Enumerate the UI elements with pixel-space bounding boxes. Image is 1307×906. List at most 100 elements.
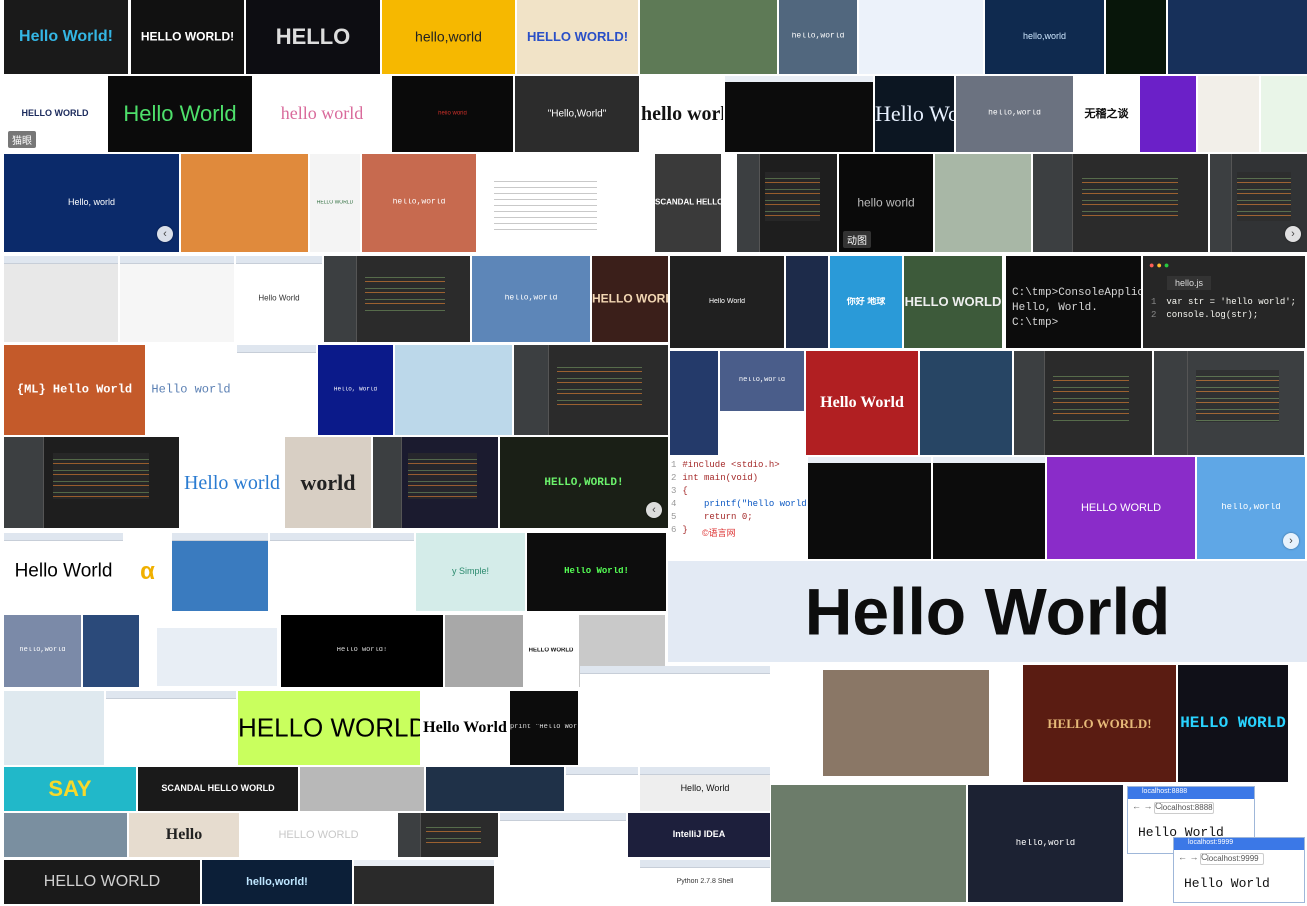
hello-world-tile[interactable]: Hello World! [4,0,128,74]
window-screenshot-tile[interactable] [120,256,234,342]
hello-world-photo-tile[interactable]: hello,world [956,76,1073,152]
clothing-photo-tile[interactable] [1198,76,1259,152]
hello-world-tile[interactable]: Hello, World [640,767,770,811]
document-tile[interactable] [478,154,637,252]
terminal-tile[interactable] [933,457,1045,559]
hello-world-photo-tile[interactable]: hello,world [968,785,1123,902]
logo-tile[interactable]: HELLO WORLD [525,615,577,687]
hello-world-tile[interactable]: HELLO WORLD [1178,665,1288,782]
hello-world-tile[interactable]: HELLO WORLD [238,691,420,765]
moon-image-tile[interactable] [920,351,1012,455]
ide-screenshot-tile[interactable]: › [1210,154,1307,252]
ide-screenshot-tile[interactable] [373,437,498,528]
next-arrow-icon[interactable]: › [1285,226,1301,242]
code-editor-tile[interactable] [4,437,179,528]
hello-world-tile[interactable]: world [285,437,371,528]
hello-world-tile[interactable]: Hello World [806,351,918,455]
hello-world-tile[interactable]: HELLO WORLD [592,256,668,342]
hello-world-tile[interactable]: hello,world › [1197,457,1305,559]
arduino-photo-tile[interactable] [771,785,966,902]
illustration-tile[interactable] [786,256,828,348]
hello-world-tile[interactable]: HELLO WORLD [4,860,200,904]
prev-arrow-icon[interactable]: ‹ [646,502,662,518]
terminal-tile[interactable] [725,76,873,152]
hello-world-tile[interactable]: HELLO WORLD! [517,0,638,74]
hello-world-tile[interactable]: Hello World [875,76,954,152]
browser-window-tile[interactable]: localhost:9999 ← → Clocalhost:9999 Hello W… [1173,837,1305,903]
logo-tile[interactable]: α [125,533,170,611]
hello-world-photo-tile[interactable]: hello,world [4,615,81,687]
illustration-tile[interactable] [670,351,718,455]
browser-tab-title[interactable]: localhost:9999 [1188,839,1233,846]
window-screenshot-tile[interactable] [580,666,770,766]
ide-screenshot-tile[interactable] [324,256,470,342]
planet-image-tile[interactable] [1168,0,1307,74]
window-screenshot-tile[interactable] [237,345,316,435]
hello-world-tile[interactable]: Hello World [4,533,123,611]
hello-world-tile[interactable]: HELLO WORLD [310,154,360,252]
sky-photo-tile[interactable] [445,615,523,687]
code-editor-tile[interactable]: ●●● hello.js 1 var str = 'hello world'; 2 con… [1143,256,1305,348]
hello-world-tile[interactable]: hello world 动图 [839,154,933,252]
hello-world-tile[interactable]: SCANDAL HELLO WORLD [655,154,721,252]
ide-screenshot-tile[interactable] [398,813,498,857]
window-screenshot-tile[interactable] [4,256,118,342]
hello-world-photo-tile[interactable]: hello,world [720,351,804,411]
c-code-tile[interactable]: 1 #include <stdio.h> 2 int main(void) 3{4 pr… [668,457,806,559]
hello-world-tile[interactable]: 你好 地球 [830,256,902,348]
sunset-photo-tile[interactable] [181,154,308,252]
ide-screenshot-tile[interactable] [1033,154,1208,252]
hello-world-banner-tile[interactable]: Hello World [668,561,1307,662]
python-shell-tile[interactable]: Python 2.7.8 Shell [640,860,770,904]
editor-tab[interactable]: hello.js [1167,276,1212,290]
ide-screenshot-tile[interactable] [1154,351,1304,455]
chimpanzee-photo-tile[interactable] [823,670,989,776]
hello-world-tile[interactable]: HELLO,WORLD! ‹ [500,437,668,528]
window-screenshot-tile[interactable] [270,533,414,611]
world-map-tile[interactable] [157,628,277,686]
prev-arrow-icon[interactable]: ‹ [157,226,173,242]
hello-world-photo-tile[interactable]: hello,world [362,154,476,252]
white-image-tile[interactable] [496,860,638,904]
hello-world-photo-tile[interactable]: {ML} Hello World [4,345,145,435]
hello-world-photo-tile[interactable] [935,154,1031,252]
ide-screenshot-tile[interactable] [737,154,837,252]
panorama-photo-tile[interactable] [4,813,127,857]
hello-world-tile[interactable]: Hello World! [527,533,666,611]
hello-world-tile[interactable]: SCANDAL HELLO WORLD [138,767,298,811]
terminal-tile[interactable] [354,860,494,904]
scratch-tile[interactable] [395,345,512,435]
window-screenshot-tile[interactable] [500,813,626,857]
next-arrow-icon[interactable]: › [1283,533,1299,549]
ide-screenshot-tile[interactable] [514,345,668,435]
hello-world-tile[interactable]: hello world [641,76,723,152]
hello-world-tile[interactable]: SAY [4,767,136,811]
hello-world-tile[interactable]: HELLO WORLD [241,813,396,857]
night-sky-tile[interactable] [426,767,564,811]
hello-world-tile[interactable]: hello,world! [202,860,352,904]
window-screenshot-tile[interactable] [106,691,236,765]
window-screenshot-tile[interactable] [172,533,268,611]
hello-world-photo-tile[interactable]: hello,world [779,0,857,74]
chalkboard-image-tile[interactable] [640,0,777,74]
terminal-tile[interactable] [1106,0,1166,74]
terminal-tile[interactable]: Hello world! [281,615,443,687]
hello-world-tile[interactable]: Hello World [108,76,252,152]
terminal-tile[interactable]: print "Hello World" [510,691,578,765]
hello-world-tile[interactable]: Hello World [670,256,784,348]
hello-world-tile[interactable]: IntelliJ IDEA [628,813,770,857]
hello-world-tile[interactable]: hello world [254,76,390,152]
address-bar[interactable]: localhost:9999 [1200,853,1264,865]
illustration-tile[interactable] [4,691,104,765]
hello-world-tile[interactable]: Hello, world ‹ [4,154,179,252]
address-bar[interactable]: localhost:8888 [1154,802,1214,814]
hello-world-tile[interactable]: Hello World [236,256,322,342]
hello-world-tile[interactable]: Hello [129,813,239,857]
hello-world-tile[interactable]: Hello world [181,437,283,528]
hello-world-tile[interactable]: y Simple! [416,533,525,611]
hello-world-tile[interactable]: hello,world [985,0,1104,74]
hello-world-tile[interactable]: Hello World [422,691,508,765]
browser-tab-title[interactable]: localhost:8888 [1142,788,1187,795]
window-screenshot-tile[interactable] [566,767,638,811]
abstract-image-tile[interactable] [1140,76,1196,152]
